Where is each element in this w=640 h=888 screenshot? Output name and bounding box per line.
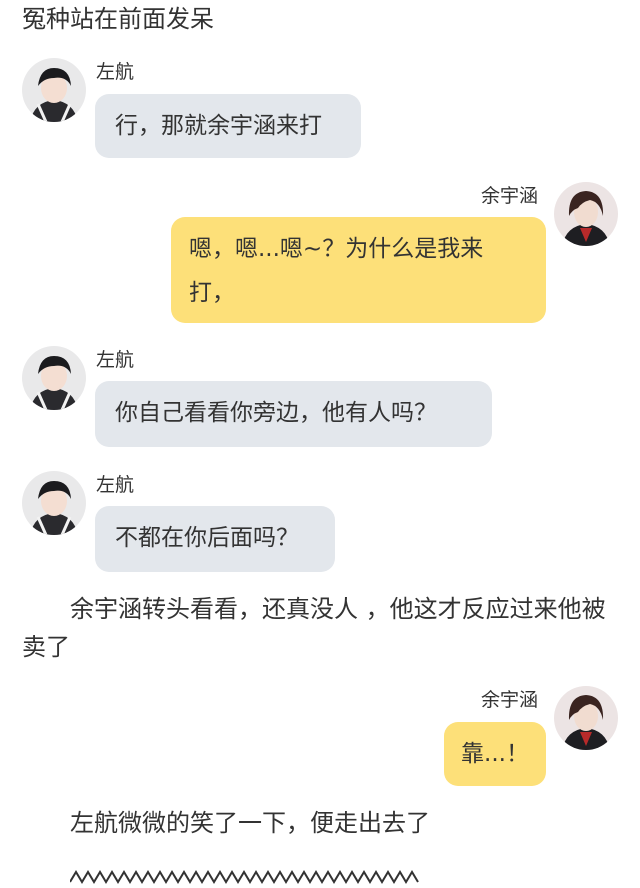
message-bubble[interactable]: 你自己看看你旁边，他有人吗？: [95, 381, 492, 447]
message-text: 你自己看看你旁边，他有人吗？: [115, 400, 437, 426]
narration-middle: 余宇涵转头看看，还真没人 ，他这才反应过来他被卖了: [22, 595, 606, 661]
avatar-zuohang[interactable]: [22, 58, 86, 122]
narration-top: 冤种站在前面发呆: [22, 5, 214, 33]
avatar-zuohang-image: [22, 58, 86, 122]
narration-bottom: 左航微微的笑了一下，便走出去了: [70, 809, 430, 837]
avatar-yuyuhan-image: [554, 686, 618, 750]
message-text: 靠...！: [461, 741, 529, 767]
message-text: 嗯，嗯...嗯~？为什么是我来打，: [189, 236, 484, 306]
avatar-zuohang[interactable]: [22, 346, 86, 410]
avatar-yuyuhan[interactable]: [554, 686, 618, 750]
avatar-zuohang-image: [22, 346, 86, 410]
message-text: 不都在你后面吗？: [115, 525, 299, 551]
message-text: 行，那就余宇涵来打: [115, 113, 322, 139]
avatar-yuyuhan[interactable]: [554, 182, 618, 246]
wavy-divider: [70, 870, 419, 884]
sender-name: 余宇涵: [481, 185, 539, 207]
avatar-yuyuhan-image: [554, 182, 618, 246]
avatar-zuohang-image: [22, 471, 86, 535]
message-bubble[interactable]: 行，那就余宇涵来打: [95, 94, 361, 158]
sender-name: 左航: [96, 474, 135, 496]
message-bubble[interactable]: 靠...！: [444, 722, 546, 786]
sender-name: 左航: [96, 61, 135, 83]
message-bubble[interactable]: 不都在你后面吗？: [95, 506, 335, 572]
avatar-zuohang[interactable]: [22, 471, 86, 535]
message-bubble[interactable]: 嗯，嗯...嗯~？为什么是我来打，: [171, 217, 546, 323]
sender-name: 余宇涵: [481, 689, 539, 711]
sender-name: 左航: [96, 349, 135, 371]
